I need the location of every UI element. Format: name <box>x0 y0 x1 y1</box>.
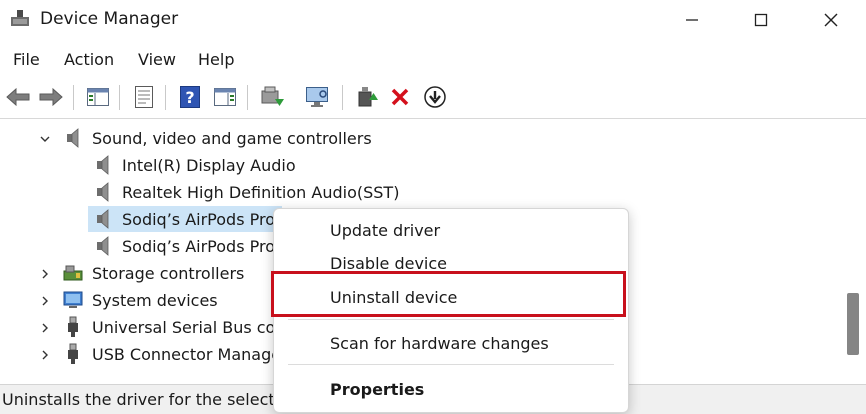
scrollbar-thumb[interactable] <box>847 293 859 355</box>
maximize-button[interactable] <box>738 8 784 32</box>
properties-icon <box>135 86 153 108</box>
usb-plug-icon <box>62 343 84 365</box>
usb-plug-icon <box>62 316 84 338</box>
action-pane-icon <box>214 88 236 106</box>
storage-controller-icon <box>62 262 84 284</box>
tree-item-label: Sound, video and game controllers <box>92 128 372 148</box>
back-arrow-icon <box>6 87 30 107</box>
menu-help[interactable]: Help <box>198 50 234 69</box>
tree-item-label: System devices <box>92 290 218 310</box>
scan-hardware-menu-item[interactable]: Scan for hardware changes <box>330 334 549 353</box>
chevron-right-icon[interactable] <box>39 349 51 361</box>
chevron-down-icon[interactable] <box>39 133 51 145</box>
uninstall-icon <box>391 88 409 106</box>
menu-file[interactable]: File <box>13 50 40 69</box>
properties-menu-item[interactable]: Properties <box>330 380 424 399</box>
tree-item-usb-connector-managers[interactable]: USB Connector Managers <box>62 341 296 367</box>
maximize-icon <box>754 13 768 27</box>
help-icon: ? <box>180 86 200 108</box>
menu-action[interactable]: Action <box>64 50 114 69</box>
toolbar-separator <box>342 85 343 110</box>
minimize-icon <box>686 19 698 21</box>
chevron-right-icon[interactable] <box>39 295 51 307</box>
back-button[interactable] <box>4 82 32 112</box>
enable-device-icon <box>358 87 378 107</box>
menu-separator <box>288 319 614 320</box>
close-icon <box>824 13 838 27</box>
chevron-right-icon[interactable] <box>39 268 51 280</box>
action-pane-button[interactable] <box>211 82 239 112</box>
toolbar-separator <box>247 85 248 110</box>
speaker-icon <box>92 208 114 230</box>
tree-item-storage-controllers[interactable]: Storage controllers <box>62 260 244 286</box>
toolbar: ? <box>0 78 866 119</box>
update-driver-menu-item[interactable]: Update driver <box>330 221 440 240</box>
scan-hardware-icon <box>306 87 328 107</box>
tree-item-sound-controllers[interactable]: Sound, video and game controllers <box>62 125 372 151</box>
download-driver-button[interactable] <box>421 82 449 112</box>
system-devices-icon <box>62 289 84 311</box>
forward-button[interactable] <box>37 82 65 112</box>
download-driver-icon <box>424 86 446 108</box>
tree-item-label: Sodiq’s AirPods Pro <box>122 236 276 256</box>
update-driver-button[interactable] <box>258 82 286 112</box>
window-title: Device Manager <box>40 9 179 29</box>
menu-view[interactable]: View <box>138 50 176 69</box>
tree-item-label: Storage controllers <box>92 263 245 283</box>
properties-button[interactable] <box>130 82 158 112</box>
uninstall-highlight-box <box>271 271 626 317</box>
toolbar-separator <box>119 85 120 110</box>
close-button[interactable] <box>808 8 854 32</box>
speaker-icon <box>92 235 114 257</box>
chevron-right-icon[interactable] <box>39 322 51 334</box>
speaker-icon <box>92 154 114 176</box>
enable-device-button[interactable] <box>353 82 381 112</box>
menu-separator <box>288 364 614 365</box>
tree-item-system-devices[interactable]: System devices <box>62 287 218 313</box>
speaker-icon <box>92 181 114 203</box>
uninstall-button[interactable] <box>386 82 414 112</box>
forward-arrow-icon <box>39 87 63 107</box>
tree-item-label: Sodiq’s AirPods Pro <box>122 209 276 229</box>
svg-text:?: ? <box>185 88 194 107</box>
tree-item-label: Realtek High Definition Audio(SST) <box>122 182 400 202</box>
help-button[interactable]: ? <box>176 82 204 112</box>
device-manager-icon <box>9 8 31 28</box>
menu-bar: File Action View Help <box>0 44 866 76</box>
tree-item-airpods-pro-selected[interactable]: Sodiq’s AirPods Pro <box>88 206 282 232</box>
speaker-icon <box>62 127 84 149</box>
tree-item-label: Intel(R) Display Audio <box>122 155 296 175</box>
scan-hardware-button[interactable] <box>303 82 331 112</box>
show-hide-tree-icon <box>87 88 109 106</box>
title-bar: Device Manager <box>0 0 866 40</box>
update-driver-icon <box>261 86 284 106</box>
vertical-scrollbar[interactable] <box>843 121 866 376</box>
tree-item-intel-display-audio[interactable]: Intel(R) Display Audio <box>92 152 296 178</box>
tree-item-label: USB Connector Managers <box>92 344 297 364</box>
minimize-button[interactable] <box>669 8 715 32</box>
toolbar-separator <box>73 85 74 110</box>
toolbar-separator <box>165 85 166 110</box>
tree-item-airpods-pro[interactable]: Sodiq’s AirPods Pro <box>92 233 275 259</box>
tree-item-realtek-audio[interactable]: Realtek High Definition Audio(SST) <box>92 179 399 205</box>
show-hide-tree-button[interactable] <box>84 82 112 112</box>
